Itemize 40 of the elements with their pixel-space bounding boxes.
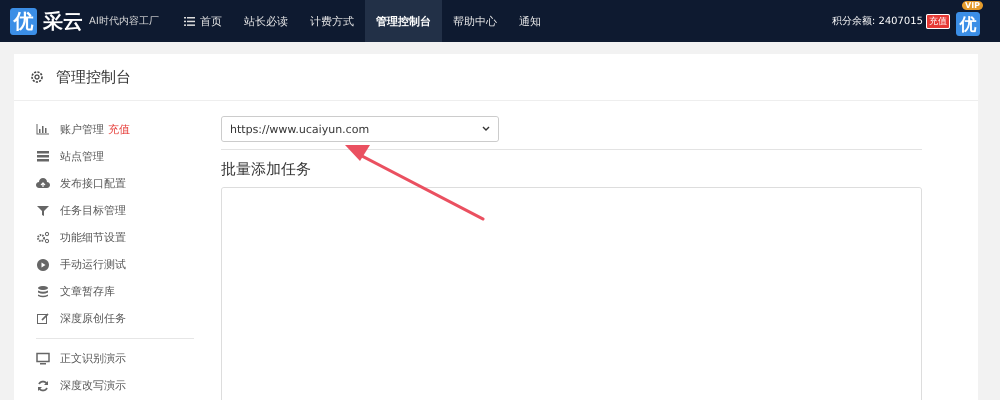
nav-item[interactable]: 帮助中心 [442, 0, 508, 42]
tagline: AI时代内容工厂 [89, 14, 159, 28]
database-icon [36, 285, 50, 298]
sidebar-item[interactable]: 账户管理 [60, 122, 104, 137]
menu-icon [184, 16, 195, 26]
recharge-link[interactable]: 充值 [926, 14, 950, 28]
sidebar-item[interactable]: 站点管理 [60, 149, 104, 164]
balance-text: 积分余额: 2407015 [832, 14, 923, 28]
refresh-icon [36, 379, 50, 392]
panel-title: 管理控制台 [56, 68, 131, 86]
bar-chart-icon [36, 123, 50, 136]
task-input-field[interactable] [221, 187, 922, 400]
filter-icon [36, 204, 50, 217]
sidebar-item[interactable]: 手动运行测试 [60, 257, 126, 272]
sidebar-item[interactable]: 深度改写演示 [60, 378, 126, 393]
list-icon [36, 150, 50, 163]
cloud-upload-icon [36, 177, 50, 190]
nav-item[interactable]: 计费方式 [298, 0, 365, 42]
gears-icon [36, 231, 50, 244]
gear-icon [30, 70, 44, 84]
site-select[interactable]: https://www.ucaiyun.com [221, 116, 499, 142]
section-title: 批量添加任务 [221, 160, 312, 179]
nav-item[interactable]: 首页 [172, 0, 233, 42]
sidebar-item[interactable]: 任务目标管理 [60, 203, 126, 218]
nav-item[interactable]: 通知 [508, 0, 552, 42]
monitor-icon [36, 352, 50, 365]
chevron-down-icon [482, 126, 490, 132]
recharge-link[interactable]: 充值 [108, 122, 130, 137]
vip-badge: VIP [962, 1, 984, 10]
nav-item[interactable]: 管理控制台 [364, 0, 442, 42]
sidebar-item[interactable]: 发布接口配置 [60, 176, 126, 191]
sidebar-item[interactable]: 正文识别演示 [60, 351, 126, 366]
logo-mark: 优 [10, 8, 37, 34]
sidebar-item[interactable]: 深度原创任务 [60, 311, 126, 326]
logo-text: 采云 [43, 8, 83, 34]
edit-icon [36, 312, 50, 325]
sidebar-item[interactable]: 功能细节设置 [60, 230, 126, 245]
sidebar-item[interactable]: 文章暂存库 [60, 284, 115, 299]
nav-item[interactable]: 站长必读 [232, 0, 299, 42]
play-icon [36, 258, 50, 271]
